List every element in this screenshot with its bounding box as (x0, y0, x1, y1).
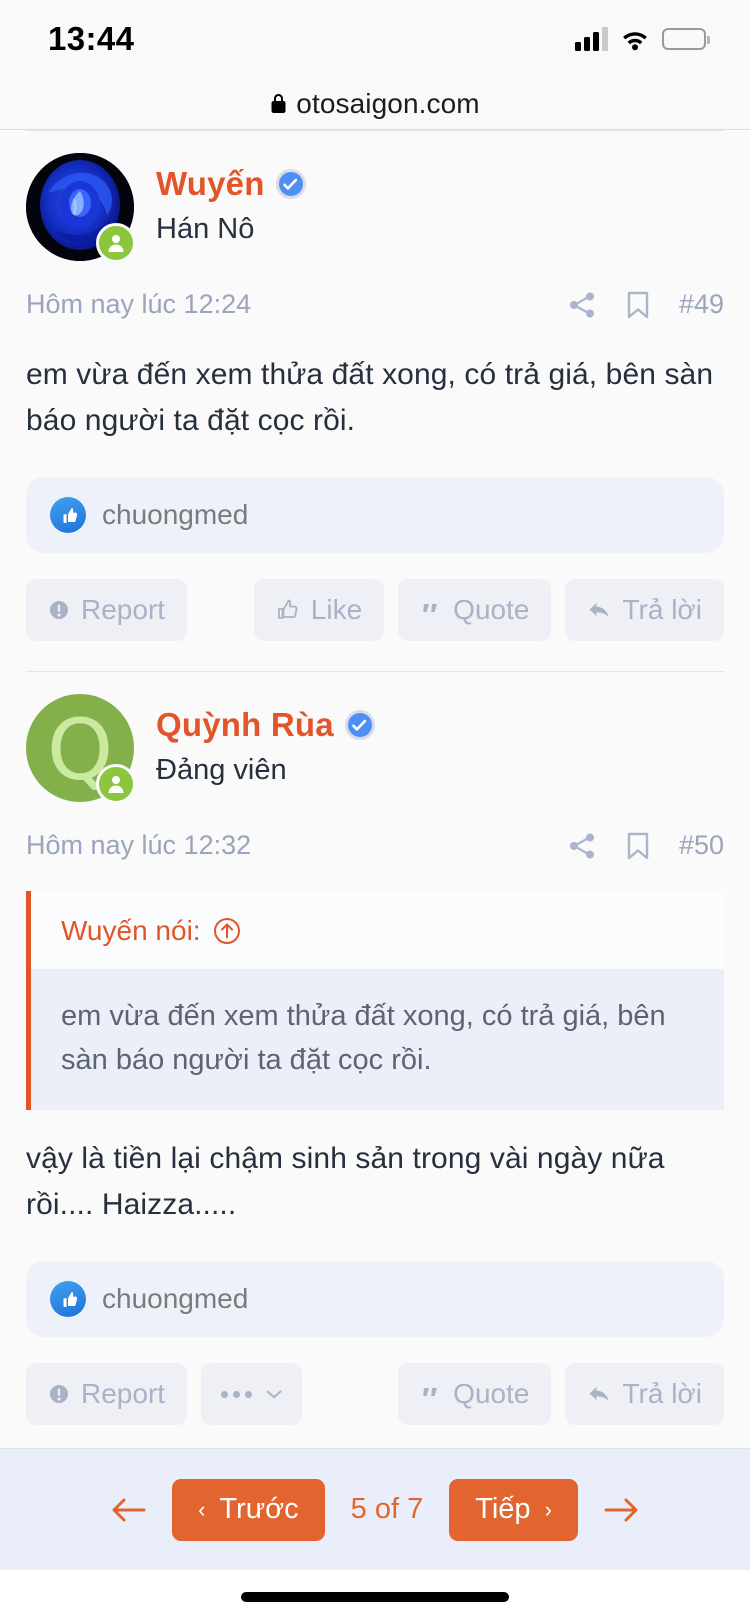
lock-icon (270, 93, 287, 114)
reply-arrow-icon (589, 1387, 609, 1402)
report-button[interactable]: Report (26, 1363, 188, 1426)
reaction-bar[interactable]: chuongmed (26, 1261, 724, 1338)
page-counter: 5 of 7 (350, 1493, 424, 1525)
post-49: Wuyến Hán Nô Hôm nay lúc 12:24 #49 em vừ… (0, 131, 750, 671)
author-username[interactable]: Quỳnh Rùa (156, 706, 334, 744)
online-status-icon (96, 764, 136, 805)
browser-url-bar[interactable]: otosaigon.com (0, 78, 750, 130)
post-meta-icons: #50 (567, 830, 724, 861)
url-host: otosaigon.com (296, 87, 480, 119)
report-label: Report (81, 1378, 166, 1410)
avatar[interactable] (26, 153, 136, 263)
report-label: Report (81, 594, 166, 626)
reaction-user-name: chuongmed (102, 499, 249, 531)
warning-icon (50, 601, 68, 620)
chevron-right-icon: › (544, 1496, 552, 1522)
post-number[interactable]: #49 (679, 289, 724, 320)
bookmark-icon[interactable] (625, 831, 651, 861)
chevron-down-icon (266, 1390, 282, 1399)
verified-badge-icon (275, 169, 306, 199)
post-meta-row: Hôm nay lúc 12:24 #49 (26, 261, 724, 326)
screen: 13:44 otosaigon.com Wuyến Hán Nô Hôm nay… (0, 0, 750, 1624)
reaction-bar[interactable]: chuongmed (26, 477, 724, 554)
post-body-text: vậy là tiền lại chậm sinh sản trong vài … (26, 1142, 665, 1221)
battery-icon (662, 28, 710, 50)
post-header: Wuyến Hán Nô (26, 131, 724, 263)
thumbs-up-icon (50, 497, 86, 534)
chevron-left-icon: ‹ (198, 1496, 206, 1522)
post-author-info: Quỳnh Rùa Đảng viên (156, 694, 375, 787)
post-actions: Report Quote Trả lời (26, 1337, 724, 1448)
reply-button[interactable]: Trả lời (565, 579, 724, 642)
quote-button[interactable]: Quote (398, 1363, 552, 1426)
quote-author-label: Wuyến nói: (61, 915, 201, 947)
author-name-row: Quỳnh Rùa (156, 706, 375, 744)
arrow-up-circle-icon[interactable] (213, 917, 241, 945)
quote-header[interactable]: Wuyến nói: (31, 891, 724, 969)
report-button[interactable]: Report (26, 579, 188, 642)
quote-label: Quote (453, 1378, 530, 1410)
reaction-user-name: chuongmed (102, 1283, 249, 1315)
avatar[interactable]: Q (26, 694, 136, 805)
quote-text: em vừa đến xem thửa đất xong, có trả giá… (31, 969, 724, 1111)
status-clock: 13:44 (48, 20, 135, 57)
like-label: Like (310, 594, 363, 626)
like-button[interactable]: Like (253, 579, 385, 642)
home-indicator-area (0, 1570, 750, 1624)
post-meta-row: Hôm nay lúc 12:32 #50 (26, 802, 724, 867)
thread-page: Wuyến Hán Nô Hôm nay lúc 12:24 #49 em vừ… (0, 130, 750, 1448)
reply-arrow-icon (589, 603, 609, 618)
share-icon[interactable] (567, 831, 597, 861)
post-actions: Report Like Quote Trả lời (26, 553, 724, 671)
post-timestamp[interactable]: Hôm nay lúc 12:32 (26, 830, 251, 861)
online-status-icon (96, 223, 136, 263)
reply-button[interactable]: Trả lời (565, 1363, 724, 1426)
previous-page-label: Trước (219, 1493, 299, 1525)
verified-badge-icon (344, 710, 375, 741)
last-page-arrow-icon[interactable] (600, 1489, 642, 1531)
reply-label: Trả lời (622, 594, 702, 626)
thumbs-up-icon (50, 1281, 86, 1318)
cellular-signal-icon (575, 27, 608, 51)
share-icon[interactable] (567, 290, 597, 320)
home-indicator[interactable] (241, 1592, 509, 1602)
next-page-button[interactable]: Tiếp › (449, 1478, 578, 1541)
next-page-label: Tiếp (475, 1493, 531, 1525)
post-number[interactable]: #50 (679, 830, 724, 861)
thumbs-up-outline-icon (277, 599, 298, 620)
quote-icon (423, 604, 438, 613)
bookmark-icon[interactable] (625, 290, 651, 320)
first-page-arrow-icon[interactable] (108, 1489, 150, 1531)
author-username[interactable]: Wuyến (156, 165, 265, 203)
pagination-bar: ‹ Trước 5 of 7 Tiếp › (0, 1448, 750, 1570)
post-50: Q Quỳnh Rùa Đảng viên Hôm nay lúc 12:32 … (0, 672, 750, 1448)
post-body-text: em vừa đến xem thửa đất xong, có trả giá… (26, 358, 714, 437)
quote-label: Quote (453, 594, 530, 626)
ellipsis-icon (221, 1390, 253, 1398)
status-indicators (575, 27, 710, 51)
author-title: Đảng viên (156, 754, 287, 787)
author-title: Hán Nô (156, 213, 255, 245)
more-options-button[interactable] (201, 1363, 303, 1426)
post-timestamp[interactable]: Hôm nay lúc 12:24 (26, 289, 251, 320)
reply-label: Trả lời (622, 1378, 702, 1410)
post-header: Q Quỳnh Rùa Đảng viên (26, 672, 724, 805)
wifi-icon (620, 27, 650, 51)
post-meta-icons: #49 (567, 289, 724, 320)
warning-icon (50, 1385, 68, 1404)
status-bar: 13:44 (0, 0, 750, 78)
author-name-row: Wuyến (156, 165, 306, 203)
quote-button[interactable]: Quote (398, 579, 552, 642)
quote-block: Wuyến nói: em vừa đến xem thửa đất xong,… (26, 891, 724, 1111)
quote-icon (423, 1388, 438, 1397)
post-author-info: Wuyến Hán Nô (156, 153, 306, 246)
previous-page-button[interactable]: ‹ Trước (172, 1478, 325, 1541)
